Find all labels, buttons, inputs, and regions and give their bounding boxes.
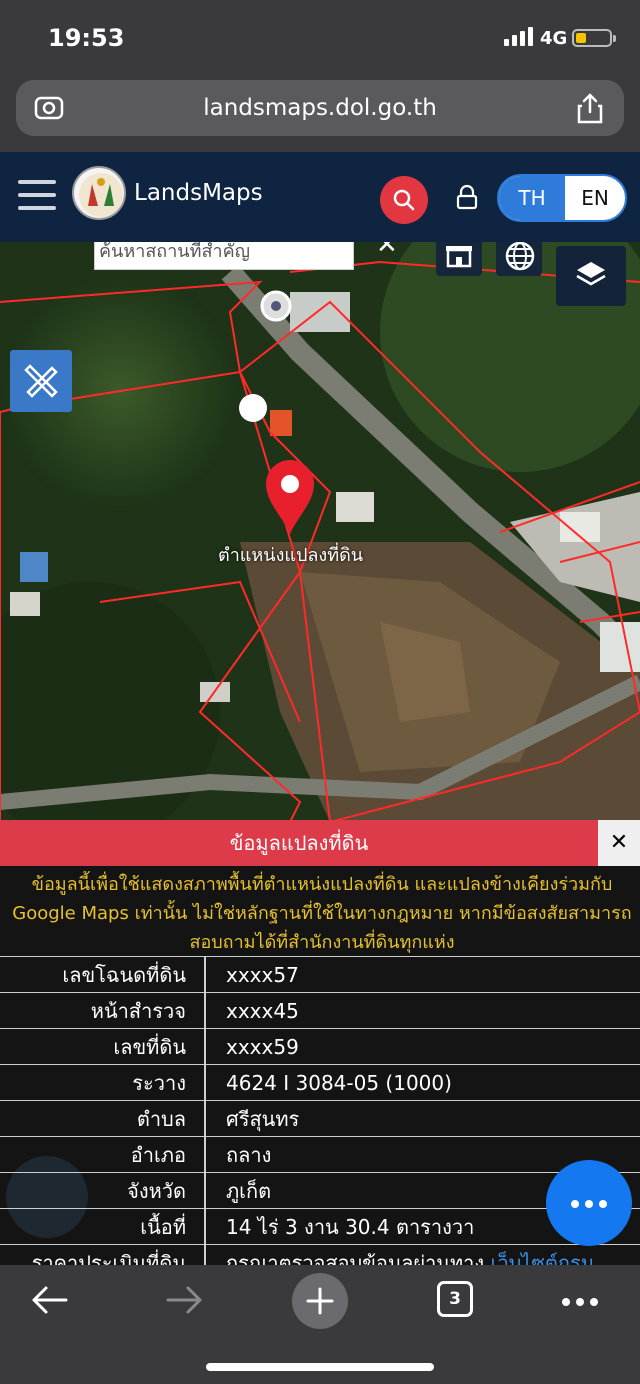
lang-th-button[interactable]: TH [499, 176, 565, 220]
status-time: 19:53 [48, 24, 125, 52]
new-tab-button[interactable] [292, 1273, 348, 1329]
ruler-pencil-icon [24, 364, 58, 398]
table-row: เนื้อที่ 14 ไร่ 3 งาน 30.4 ตารางวา [0, 1208, 640, 1245]
row-label: หน้าสำรวจ [0, 993, 206, 1029]
table-row: อำเภอ ถลาง [0, 1136, 640, 1173]
table-row: หน้าสำรวจ xxxx45 [0, 992, 640, 1029]
measure-tool-button[interactable] [10, 350, 72, 412]
search-button[interactable] [380, 176, 428, 224]
map-search-clear[interactable]: ✕ [376, 242, 398, 260]
tab-switcher-button[interactable]: 3 [437, 1281, 473, 1317]
row-value: xxxx45 [226, 993, 299, 1029]
row-value: กรุณาตรวจสอบข้อมูลผ่านทาง เว็บไซต์กรม [226, 1245, 594, 1265]
row-value-text: ศรีสุนทร [226, 1107, 300, 1131]
plus-icon [306, 1287, 334, 1315]
url-text[interactable]: landsmaps.dol.go.th [16, 95, 624, 121]
row-value-text: xxxx59 [226, 1035, 299, 1059]
lock-icon[interactable] [455, 184, 479, 214]
map-pin-icon[interactable] [262, 456, 318, 536]
language-toggle: TH EN [497, 174, 627, 222]
panel-title: ข้อมูลแปลงที่ดิน [0, 820, 598, 866]
row-label: ระวาง [0, 1065, 206, 1101]
map-globe-button[interactable] [496, 242, 542, 276]
row-label: ตำบล [0, 1101, 206, 1137]
more-icon[interactable] [560, 1293, 600, 1306]
building-icon [446, 246, 472, 268]
row-value: 14 ไร่ 3 งาน 30.4 ตารางวา [226, 1209, 474, 1245]
row-label: เลขโฉนดที่ดิน [0, 957, 206, 993]
row-label: เลขที่ดิน [0, 1029, 206, 1065]
more-options-fab[interactable] [546, 1160, 632, 1246]
map-view[interactable]: ค้นหาสถานที่สำคัญ ✕ ตำแหน่งแปลงที่ดิน [0, 242, 640, 822]
layers-icon [576, 262, 606, 286]
share-icon[interactable] [576, 92, 604, 124]
row-value: 4624 I 3084-05 (1000) [226, 1065, 452, 1101]
home-indicator [206, 1363, 434, 1371]
row-label: อำเภอ [0, 1137, 206, 1173]
network-type: 4G [540, 28, 568, 49]
browser-bottom-bar: 3 [0, 1265, 640, 1384]
website-link[interactable]: เว็บไซต์กรม [491, 1251, 594, 1265]
map-building-button[interactable] [436, 242, 482, 276]
search-icon [393, 189, 415, 211]
table-row: เลขโฉนดที่ดิน xxxx57 [0, 956, 640, 993]
status-bar: 19:53 4G [0, 0, 640, 72]
table-row: ระวาง 4624 I 3084-05 (1000) [0, 1064, 640, 1101]
row-label: ราคาประเมินที่ดิน [0, 1245, 206, 1265]
table-row: ตำบล ศรีสุนทร [0, 1100, 640, 1137]
parcel-info-panel: ข้อมูลแปลงที่ดิน ✕ ข้อมูลนี้เพื่อใช้แสดง… [0, 820, 640, 1265]
row-value: ถลาง [226, 1137, 271, 1173]
map-pin-label: ตำแหน่งแปลงที่ดิน [218, 545, 364, 566]
battery-icon [572, 29, 616, 47]
row-value: ศรีสุนทร [226, 1101, 299, 1137]
back-icon[interactable] [30, 1285, 68, 1319]
panel-close-button[interactable]: ✕ [598, 820, 640, 866]
app-header: LandsMaps TH EN [0, 152, 640, 242]
row-value-text: xxxx45 [226, 999, 299, 1023]
row-value-text: 14 ไร่ 3 งาน 30.4 ตารางวา [226, 1215, 475, 1239]
row-value-text: กรุณาตรวจสอบข้อมูลผ่านทาง [226, 1251, 485, 1265]
map-search-input[interactable]: ค้นหาสถานที่สำคัญ [94, 242, 354, 270]
row-value-text: 4624 I 3084-05 (1000) [226, 1071, 452, 1095]
hamburger-icon[interactable] [18, 180, 56, 210]
lang-en-button[interactable]: EN [565, 176, 625, 220]
row-label: จังหวัด [0, 1173, 206, 1209]
row-value-text: ถลาง [226, 1143, 272, 1167]
layers-button[interactable] [556, 246, 626, 306]
row-label: เนื้อที่ [0, 1209, 206, 1245]
disclaimer-text: ข้อมูลนี้เพื่อใช้แสดงสภาพพื้นที่ตำแหน่งแ… [12, 874, 632, 953]
department-logo [72, 166, 126, 220]
address-bar[interactable]: landsmaps.dol.go.th [16, 80, 624, 136]
row-value: xxxx59 [226, 1029, 299, 1065]
table-row: จังหวัด ภูเก็ต [0, 1172, 640, 1209]
forward-icon[interactable] [166, 1285, 204, 1319]
signal-icon [504, 0, 536, 72]
table-row: เลขที่ดิน xxxx59 [0, 1028, 640, 1065]
row-value: xxxx57 [226, 957, 299, 993]
satellite-imagery [0, 242, 640, 822]
globe-icon [505, 242, 535, 271]
app-brand: LandsMaps [134, 180, 263, 206]
browser-toolbar: landsmaps.dol.go.th [0, 72, 640, 152]
row-value: ภูเก็ต [226, 1173, 271, 1209]
table-row: ราคาประเมินที่ดิน กรุณาตรวจสอบข้อมูลผ่านท… [0, 1244, 640, 1265]
row-value-text: ภูเก็ต [226, 1179, 272, 1203]
row-value-text: xxxx57 [226, 963, 299, 987]
